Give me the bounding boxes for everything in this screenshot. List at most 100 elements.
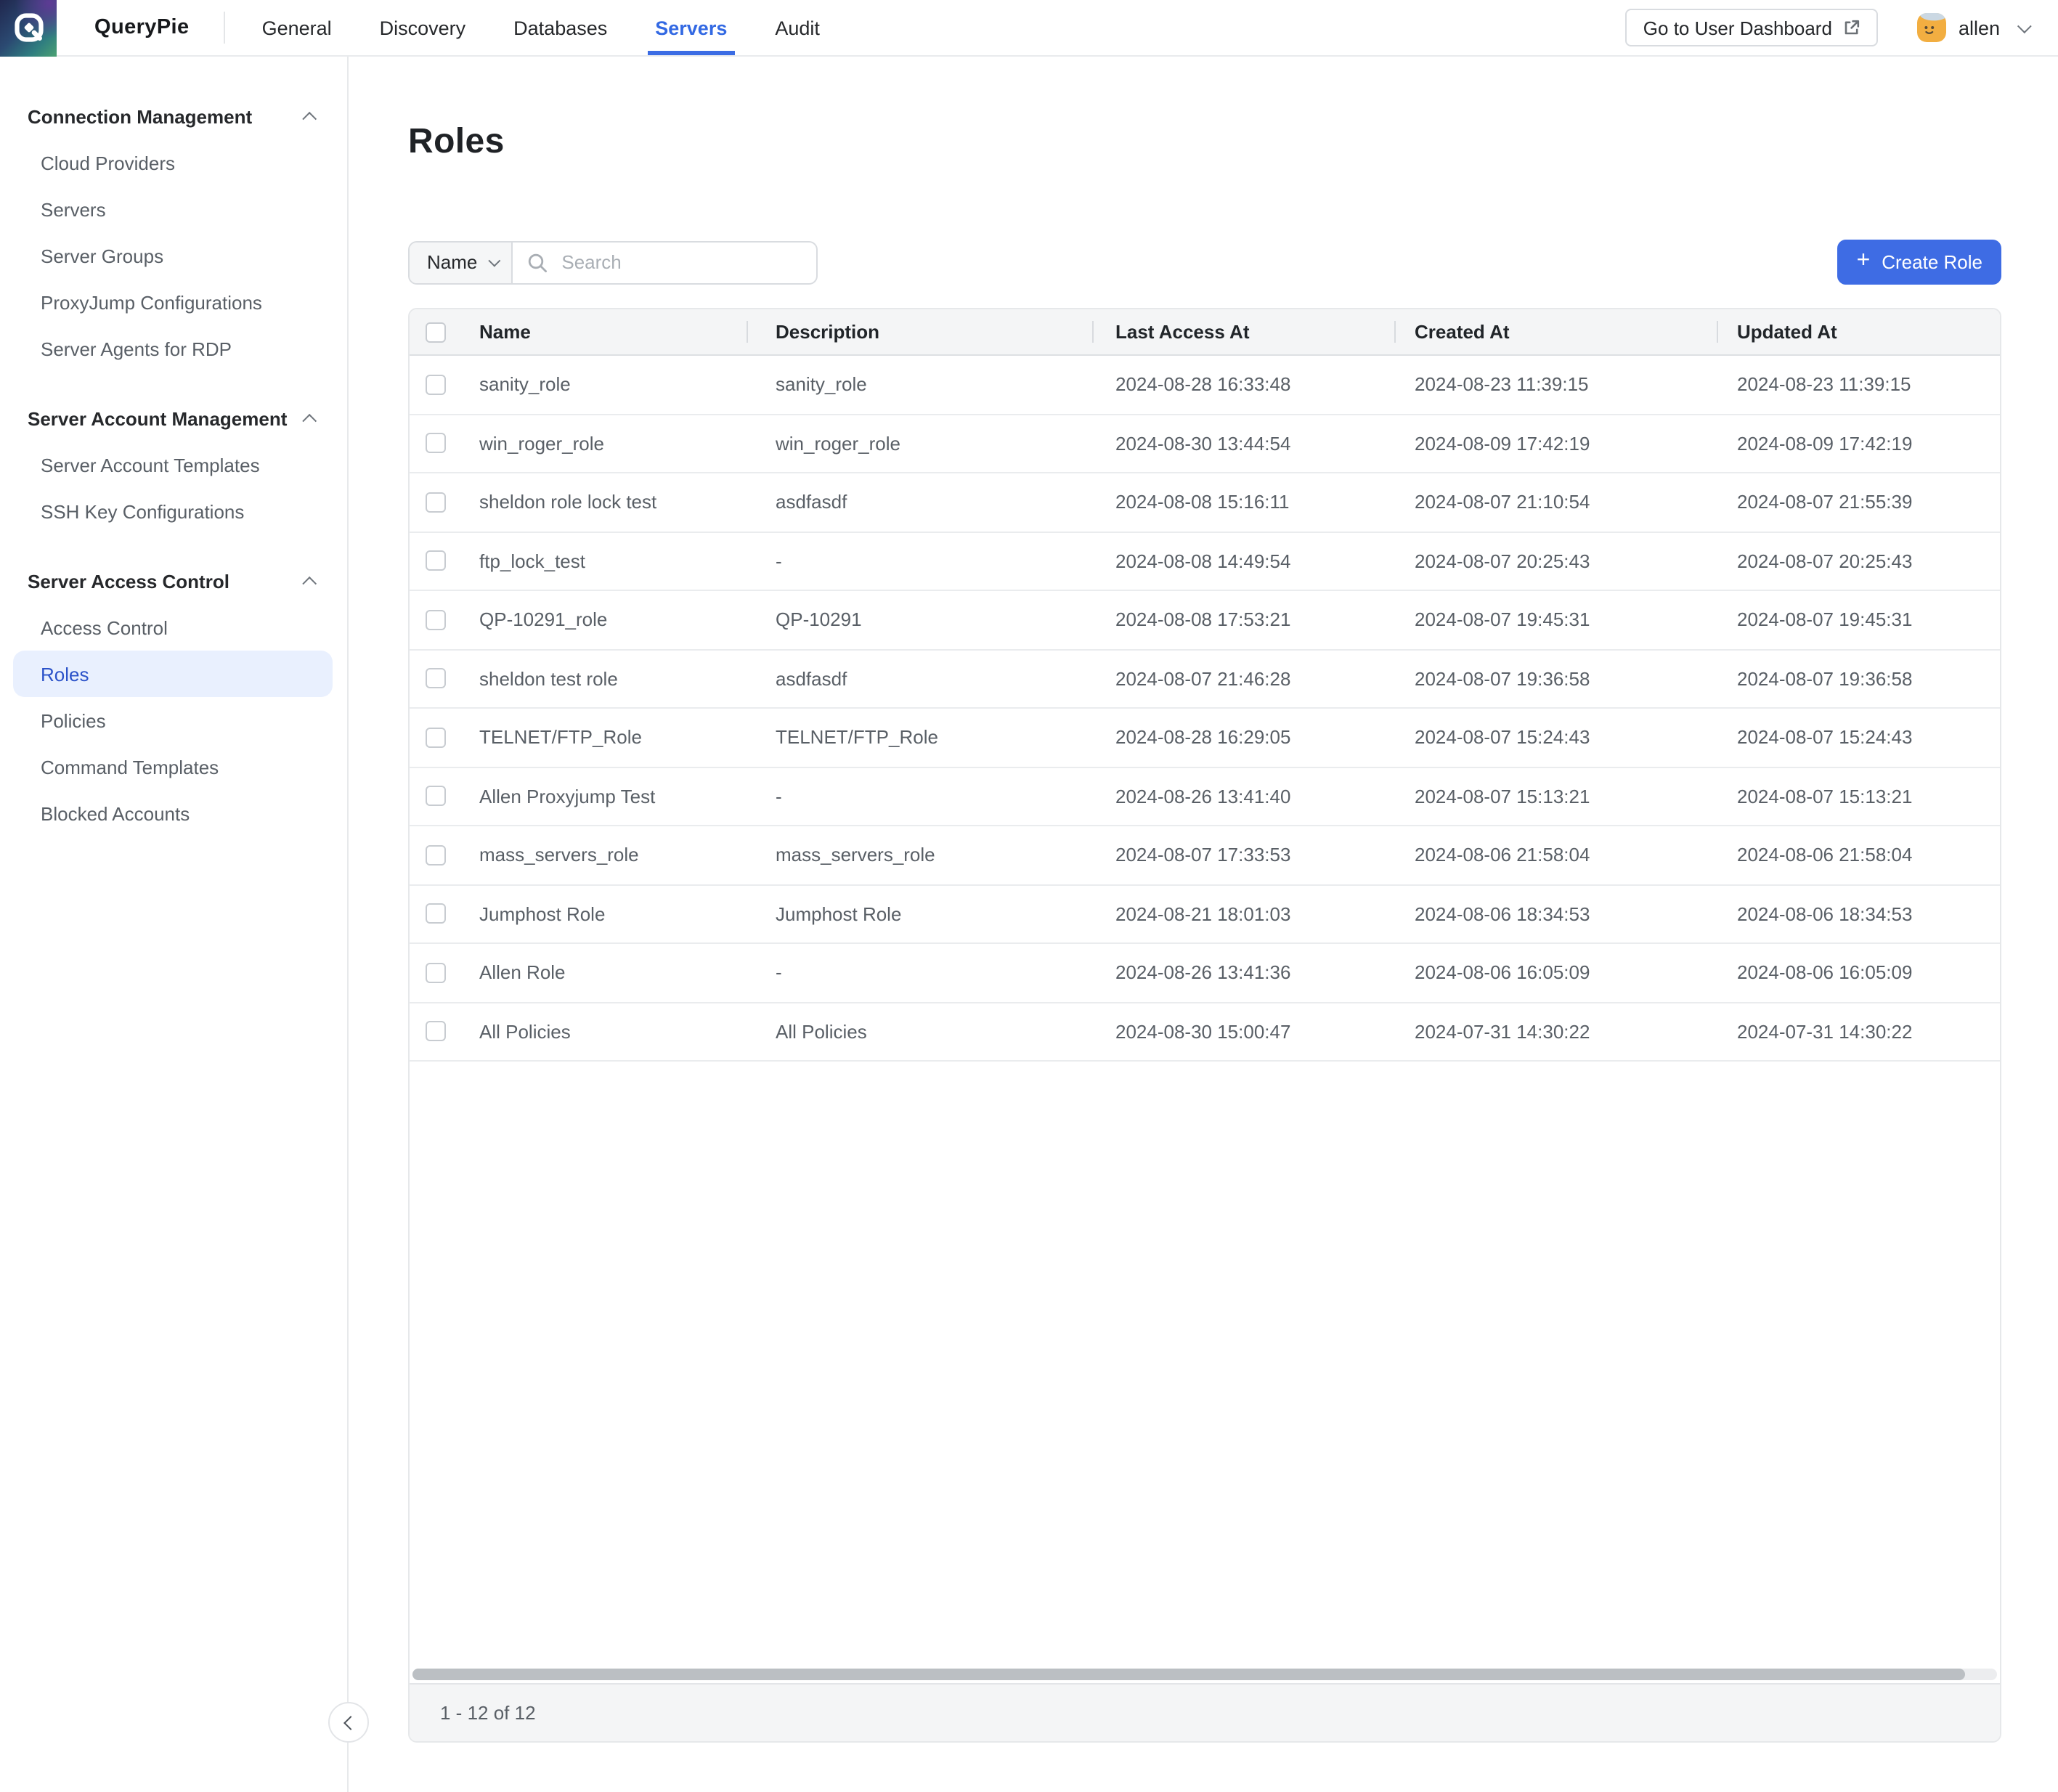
sidebar-item[interactable]: Blocked Accounts (0, 790, 347, 836)
nav-tab[interactable]: Audit (775, 0, 820, 55)
cell-name: QP-10291_role (456, 609, 747, 631)
cell-created-at: 2024-07-31 14:30:22 (1394, 1021, 1717, 1043)
sidebar-item[interactable]: Command Templates (0, 744, 347, 790)
table-row[interactable]: sanity_role sanity_role 2024-08-28 16:33… (410, 356, 2000, 415)
cell-last-access-at: 2024-08-08 17:53:21 (1092, 609, 1394, 631)
cell-name: sanity_role (456, 374, 747, 396)
user-avatar[interactable] (1918, 13, 1947, 42)
search-input[interactable] (558, 250, 801, 274)
table-row[interactable]: All Policies All Policies 2024-08-30 15:… (410, 1003, 2000, 1062)
table-row[interactable]: Jumphost Role Jumphost Role 2024-08-21 1… (410, 885, 2000, 944)
chevron-up-icon (302, 576, 317, 590)
table-row[interactable]: win_roger_role win_roger_role 2024-08-30… (410, 415, 2000, 473)
sidebar-section-header[interactable]: Server Access Control (0, 558, 347, 604)
navbar-right: Go to User Dashboard (1626, 9, 2028, 46)
cell-description: All Policies (747, 1021, 1092, 1043)
table-row[interactable]: ftp_lock_test - 2024-08-08 14:49:54 2024… (410, 532, 2000, 591)
smiley-avatar-icon (1918, 13, 1947, 42)
row-checkbox[interactable] (426, 610, 446, 630)
sidebar: Connection Management Cloud Providers Se… (0, 57, 349, 1792)
chevron-down-icon[interactable] (2017, 18, 2032, 33)
column-header-last-access-at[interactable]: Last Access At (1092, 321, 1394, 343)
cell-updated-at: 2024-08-07 20:25:43 (1717, 550, 2000, 572)
cell-description: asdfasdf (747, 492, 1092, 513)
create-role-button[interactable]: + Create Role (1838, 240, 2001, 285)
sidebar-item[interactable]: Server Agents for RDP (0, 325, 347, 372)
sidebar-item[interactable]: Roles (13, 651, 333, 697)
column-header-description[interactable]: Description (747, 321, 1092, 343)
scrollbar-thumb[interactable] (412, 1669, 1965, 1680)
sidebar-item[interactable]: Access Control (0, 604, 347, 651)
column-header-updated-at[interactable]: Updated At (1717, 321, 2000, 343)
table-row[interactable]: mass_servers_role mass_servers_role 2024… (410, 826, 2000, 885)
main-nav: General Discovery Databases Servers Audi… (262, 0, 820, 55)
table-row[interactable]: TELNET/FTP_Role TELNET/FTP_Role 2024-08-… (410, 709, 2000, 767)
section-title: Server Access Control (28, 570, 229, 592)
go-to-user-dashboard-button[interactable]: Go to User Dashboard (1626, 9, 1879, 46)
row-checkbox-cell (410, 492, 456, 513)
section-title: Server Account Management (28, 407, 287, 429)
sidebar-section-header[interactable]: Server Account Management (0, 395, 347, 441)
sidebar-item[interactable]: Server Account Templates (0, 441, 347, 488)
cell-created-at: 2024-08-07 15:24:43 (1394, 727, 1717, 749)
search-box (512, 242, 816, 282)
cell-updated-at: 2024-07-31 14:30:22 (1717, 1021, 2000, 1043)
nav-tab[interactable]: Servers (655, 0, 727, 55)
row-checkbox[interactable] (426, 551, 446, 571)
sidebar-item[interactable]: Cloud Providers (0, 139, 347, 186)
filter-field-select[interactable]: Name (410, 242, 512, 282)
horizontal-scrollbar (412, 1669, 1997, 1680)
cell-updated-at: 2024-08-09 17:42:19 (1717, 433, 2000, 455)
table-row[interactable]: sheldon role lock test asdfasdf 2024-08-… (410, 473, 2000, 532)
sidebar-item[interactable]: SSH Key Configurations (0, 488, 347, 534)
column-header-name[interactable]: Name (456, 321, 747, 343)
row-checkbox[interactable] (426, 728, 446, 748)
row-checkbox[interactable] (426, 669, 446, 689)
nav-tab[interactable]: General (262, 0, 332, 55)
column-header-created-at[interactable]: Created At (1394, 321, 1717, 343)
row-checkbox[interactable] (426, 1022, 446, 1042)
filter-field-label: Name (427, 251, 477, 273)
cell-updated-at: 2024-08-07 19:36:58 (1717, 668, 2000, 690)
cell-updated-at: 2024-08-06 16:05:09 (1717, 962, 2000, 984)
cell-created-at: 2024-08-23 11:39:15 (1394, 374, 1717, 396)
sidebar-item[interactable]: Server Groups (0, 232, 347, 279)
nav-tab[interactable]: Discovery (380, 0, 466, 55)
row-checkbox[interactable] (426, 904, 446, 924)
nav-tab[interactable]: Databases (513, 0, 607, 55)
cell-created-at: 2024-08-07 21:10:54 (1394, 492, 1717, 513)
section-title: Connection Management (28, 105, 252, 127)
querypie-logo[interactable] (0, 0, 57, 56)
cell-description: mass_servers_role (747, 844, 1092, 866)
cell-created-at: 2024-08-06 21:58:04 (1394, 844, 1717, 866)
table-row[interactable]: sheldon test role asdfasdf 2024-08-07 21… (410, 650, 2000, 709)
search-icon (526, 252, 547, 272)
table-body: sanity_role sanity_role 2024-08-28 16:33… (410, 356, 2000, 1062)
sidebar-item[interactable]: Policies (0, 697, 347, 744)
sidebar-collapse-button[interactable] (328, 1702, 369, 1743)
row-checkbox[interactable] (426, 963, 446, 983)
row-checkbox-cell (410, 728, 456, 748)
table-row[interactable]: Allen Proxyjump Test - 2024-08-26 13:41:… (410, 767, 2000, 826)
cell-created-at: 2024-08-06 16:05:09 (1394, 962, 1717, 984)
row-checkbox[interactable] (426, 845, 446, 866)
row-checkbox[interactable] (426, 375, 446, 395)
sidebar-item[interactable]: ProxyJump Configurations (0, 279, 347, 325)
row-checkbox[interactable] (426, 492, 446, 513)
sidebar-section-header[interactable]: Connection Management (0, 93, 347, 139)
row-checkbox[interactable] (426, 786, 446, 807)
querypie-logo-icon (12, 12, 44, 44)
plus-icon: + (1857, 250, 1871, 273)
row-checkbox[interactable] (426, 433, 446, 454)
cell-updated-at: 2024-08-07 19:45:31 (1717, 609, 2000, 631)
cell-description: asdfasdf (747, 668, 1092, 690)
sidebar-item[interactable]: Servers (0, 186, 347, 232)
cell-description: Jumphost Role (747, 903, 1092, 925)
row-checkbox-cell (410, 669, 456, 689)
table-row[interactable]: QP-10291_role QP-10291 2024-08-08 17:53:… (410, 591, 2000, 650)
select-all-checkbox[interactable] (426, 322, 446, 342)
row-checkbox-cell (410, 1022, 456, 1042)
row-checkbox-cell (410, 551, 456, 571)
table-row[interactable]: Allen Role - 2024-08-26 13:41:36 2024-08… (410, 944, 2000, 1003)
cell-name: mass_servers_role (456, 844, 747, 866)
